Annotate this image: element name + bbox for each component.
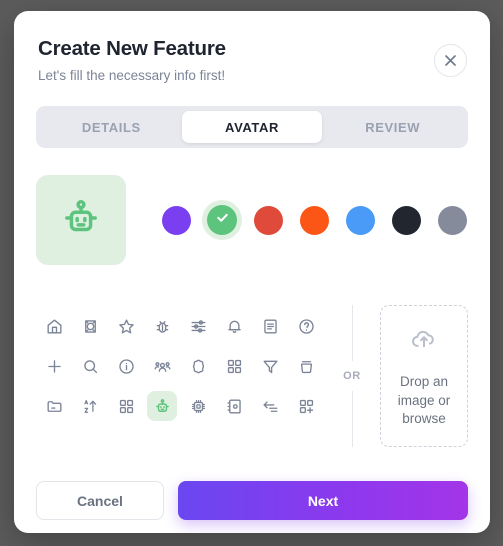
modal-subtitle: Let's fill the necessary info first!: [38, 67, 226, 83]
page-title: Create New Feature: [38, 37, 226, 60]
modal-header: Create New Feature Let's fill the necess…: [14, 11, 490, 84]
icon-cell-filter[interactable]: [255, 351, 285, 381]
swatch-dot: [437, 205, 467, 235]
users-group-icon: [153, 357, 172, 376]
icon-cell-bell[interactable]: [219, 311, 249, 341]
swatch-dot: [345, 205, 375, 235]
folder-icon: [45, 397, 64, 416]
close-button[interactable]: [434, 44, 467, 77]
icon-cell-flower-badge[interactable]: [183, 351, 213, 381]
robot-icon: [58, 195, 104, 246]
tab-review[interactable]: REVIEW: [322, 111, 463, 143]
grid-four-icon: [225, 357, 244, 376]
icon-picker-section: OR Drop an image or browse: [36, 305, 468, 448]
icon-cell-shield-badge[interactable]: [75, 311, 105, 341]
bell-icon: [225, 317, 244, 336]
color-swatch-black[interactable]: [390, 204, 422, 236]
notebook-icon: [225, 397, 244, 416]
icon-cell-cpu-chip[interactable]: [183, 391, 213, 421]
robot-icon: [153, 397, 172, 416]
color-swatch-blue[interactable]: [344, 204, 376, 236]
or-divider: OR: [330, 305, 374, 448]
icon-cell-notebook[interactable]: [219, 391, 249, 421]
modal-footer: Cancel Next: [36, 481, 468, 521]
icon-cell-grid-four[interactable]: [219, 351, 249, 381]
icon-cell-help[interactable]: [291, 311, 321, 341]
or-label: OR: [343, 370, 361, 383]
swatch-dot: [161, 205, 191, 235]
icon-cell-grid-plus[interactable]: [291, 391, 321, 421]
avatar-preview-row: [36, 175, 468, 266]
icon-cell-trash[interactable]: [291, 351, 321, 381]
tab-details[interactable]: DETAILS: [41, 111, 182, 143]
icon-cell-robot[interactable]: [147, 391, 177, 422]
cloud-upload-icon: [409, 324, 439, 359]
help-circle-icon: [297, 317, 316, 336]
icon-cell-users[interactable]: [147, 351, 177, 381]
color-swatch-green[interactable]: [202, 200, 242, 241]
next-button[interactable]: Next: [178, 481, 468, 521]
grid-plus-icon: [297, 397, 316, 416]
plus-icon: [45, 357, 64, 376]
document-icon: [261, 317, 280, 336]
trash-icon: [297, 357, 316, 376]
dropzone-label: Drop an image or browse: [397, 374, 451, 426]
info-circle-icon: [117, 357, 136, 376]
icon-cell-star[interactable]: [111, 311, 141, 341]
swatch-dot: [207, 205, 237, 236]
bug-icon: [153, 317, 172, 336]
icon-cell-home[interactable]: [39, 311, 69, 341]
divider-line-top: [351, 305, 353, 362]
icon-cell-sort-az[interactable]: [75, 391, 105, 421]
tab-bar: DETAILS AVATAR REVIEW: [36, 106, 468, 149]
star-icon: [117, 317, 136, 336]
color-swatch-red[interactable]: [252, 204, 284, 236]
color-swatch-list: [160, 200, 468, 241]
home-icon: [45, 317, 64, 336]
icon-cell-layout-grid[interactable]: [111, 391, 141, 421]
layout-grid-icon: [117, 397, 136, 416]
icon-cell-sliders[interactable]: [183, 311, 213, 341]
swatch-dot: [299, 205, 329, 235]
icon-cell-plus[interactable]: [39, 351, 69, 381]
cancel-button[interactable]: Cancel: [36, 481, 164, 521]
create-feature-modal: Create New Feature Let's fill the necess…: [14, 11, 490, 533]
icon-cell-search[interactable]: [75, 351, 105, 381]
sort-az-icon: [81, 397, 100, 416]
color-swatch-purple[interactable]: [160, 204, 192, 236]
icon-cell-folder[interactable]: [39, 391, 69, 421]
icon-cell-bug[interactable]: [147, 311, 177, 341]
search-icon: [81, 357, 100, 376]
cpu-chip-icon: [189, 397, 208, 416]
icon-cell-info[interactable]: [111, 351, 141, 381]
image-dropzone[interactable]: Drop an image or browse: [380, 305, 468, 448]
divider-line-bottom: [351, 391, 353, 448]
shield-badge-icon: [81, 317, 100, 336]
sliders-icon: [189, 317, 208, 336]
swatch-dot: [253, 205, 283, 235]
close-icon: [444, 54, 457, 67]
icon-grid: [36, 305, 324, 447]
flower-badge-icon: [189, 357, 208, 376]
tab-avatar[interactable]: AVATAR: [181, 111, 323, 144]
check-icon: [215, 210, 230, 230]
icon-cell-document[interactable]: [255, 311, 285, 341]
avatar-preview: [36, 175, 126, 266]
arrow-left-bar-icon: [261, 397, 280, 416]
icon-cell-arrow-left-bar[interactable]: [255, 391, 285, 421]
color-swatch-orange[interactable]: [298, 204, 330, 236]
swatch-dot: [391, 205, 421, 235]
filter-icon: [261, 357, 280, 376]
color-swatch-gray[interactable]: [436, 204, 468, 236]
